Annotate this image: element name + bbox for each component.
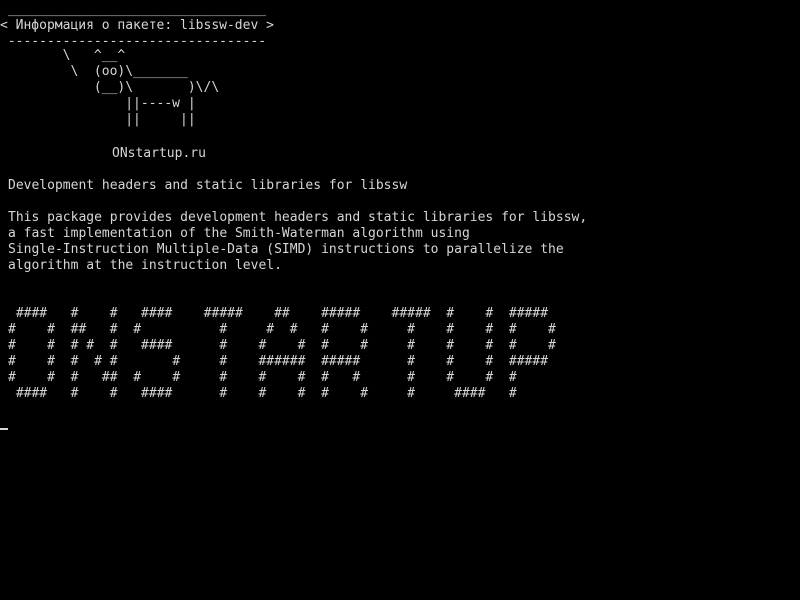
terminal-screen: _________________________________ < Инфо…	[0, 0, 800, 600]
package-summary: Development headers and static libraries…	[8, 178, 408, 193]
speech-bubble-top-border: _________________________________	[0, 2, 267, 17]
terminal-cursor[interactable]	[0, 428, 8, 430]
startup-banner-ascii-art: #### # # #### ##### ## ##### ##### # # #…	[8, 306, 556, 401]
site-label: ONstartup.ru	[112, 146, 206, 161]
package-description: This package provides development header…	[8, 210, 588, 273]
cow-ascii-art: \ ^__^ \ (oo)\_______ (__)\ )\/\ ||----w…	[62, 48, 220, 127]
speech-bubble-text: < Информация о пакете: libssw-dev >	[0, 18, 274, 33]
